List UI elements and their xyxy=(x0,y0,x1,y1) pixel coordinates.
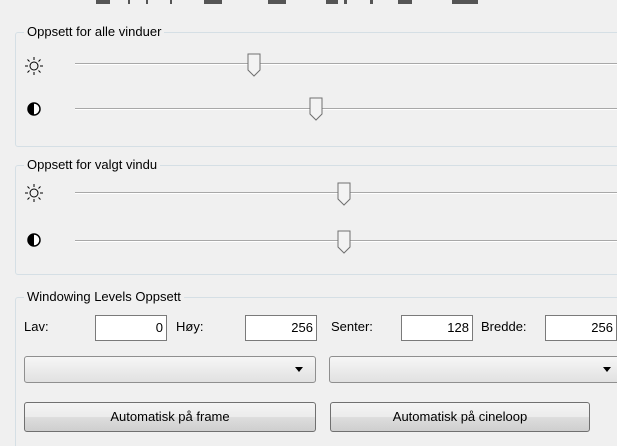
low-input[interactable]: 0 xyxy=(95,315,167,341)
preset-dropdown-left[interactable] xyxy=(24,356,316,383)
all-windows-group: Oppsett for alle vinduer xyxy=(15,24,617,147)
contrast-icon xyxy=(27,102,41,116)
toolbar-strip xyxy=(0,0,617,16)
toolbar-fragment xyxy=(204,0,222,4)
toolbar-fragment xyxy=(452,0,478,4)
toolbar-fragment xyxy=(370,0,373,4)
brightness-slider-track[interactable] xyxy=(75,63,617,65)
contrast-slider-track[interactable] xyxy=(75,108,617,110)
contrast-slider-thumb[interactable] xyxy=(309,97,323,121)
auto-frame-button[interactable]: Automatisk på frame xyxy=(24,402,316,432)
brightness-slider-thumb[interactable] xyxy=(247,53,261,77)
toolbar-fragment xyxy=(344,0,347,4)
selected-window-group: Oppsett for valgt vindu xyxy=(15,157,617,275)
sun-icon xyxy=(25,184,43,202)
width-label: Bredde: xyxy=(481,319,527,334)
sun-icon xyxy=(25,57,43,75)
toolbar-fragment xyxy=(128,0,130,4)
preset-dropdown-right[interactable] xyxy=(329,356,617,383)
high-label: Høy: xyxy=(176,319,204,334)
chevron-down-icon xyxy=(603,367,611,372)
toolbar-fragment xyxy=(146,0,148,4)
group-title: Oppsett for valgt vindu xyxy=(24,157,161,173)
low-label: Lav: xyxy=(24,319,49,334)
center-input[interactable]: 128 xyxy=(401,315,473,341)
toolbar-fragment xyxy=(326,0,338,4)
toolbar-fragment xyxy=(170,0,172,4)
group-title: Oppsett for alle vinduer xyxy=(24,24,165,40)
toolbar-fragment xyxy=(96,0,110,4)
toolbar-fragment xyxy=(398,0,412,4)
chevron-down-icon xyxy=(295,367,303,372)
high-input[interactable]: 256 xyxy=(245,315,317,341)
center-label: Senter: xyxy=(331,319,373,334)
group-title: Windowing Levels Oppsett xyxy=(24,289,184,305)
auto-cineloop-button[interactable]: Automatisk på cineloop xyxy=(330,402,590,432)
contrast-slider-thumb[interactable] xyxy=(337,230,351,254)
contrast-icon xyxy=(27,233,41,247)
width-input[interactable]: 256 xyxy=(545,315,617,341)
toolbar-fragment xyxy=(268,0,286,4)
brightness-slider-thumb[interactable] xyxy=(337,182,351,206)
